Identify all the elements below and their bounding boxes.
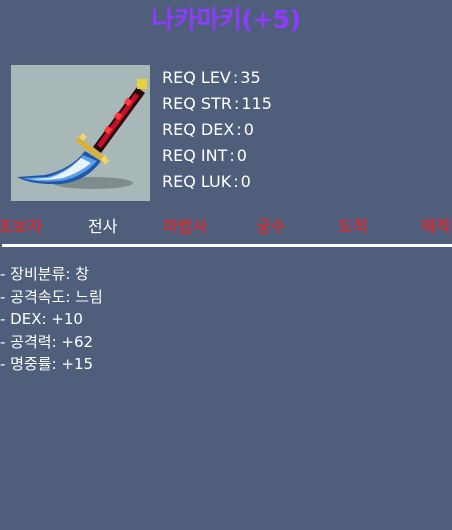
job-thief: 도적 — [338, 217, 368, 236]
job-warrior: 전사 — [88, 217, 118, 236]
divider — [2, 244, 452, 247]
item-stats: - 장비분류: 창 - 공격속도: 느림 - DEX: +10 - 공격력: +… — [0, 263, 300, 376]
req-luk: REQ LUK:0 — [162, 172, 251, 191]
stat-attack-speed: - 공격속도: 느림 — [0, 287, 103, 306]
item-icon-box — [11, 65, 150, 201]
req-int: REQ INT:0 — [162, 146, 247, 165]
req-str: REQ STR:115 — [162, 94, 272, 113]
job-class-row: 초보자 전사 마법사 궁수 도적 해적 — [0, 214, 452, 240]
job-magician: 마법사 — [163, 217, 208, 236]
requirements-list: REQ LEV:35 REQ STR:115 REQ DEX:0 REQ INT… — [162, 65, 362, 195]
job-pirate: 해적 — [421, 217, 451, 236]
stat-accuracy: - 명중률: +15 — [0, 355, 94, 373]
req-dex: REQ DEX:0 — [162, 120, 254, 139]
item-name: 나카마키(+5) — [151, 5, 301, 34]
stat-dex: - DEX: +10 — [0, 310, 83, 328]
job-bowman: 궁수 — [256, 217, 286, 236]
stat-weapon-type: - 장비분류: 창 — [0, 265, 90, 283]
req-level: REQ LEV:35 — [162, 68, 261, 87]
job-beginner: 초보자 — [0, 217, 43, 236]
dagger-icon — [17, 79, 147, 189]
stat-attack: - 공격력: +62 — [0, 332, 94, 351]
